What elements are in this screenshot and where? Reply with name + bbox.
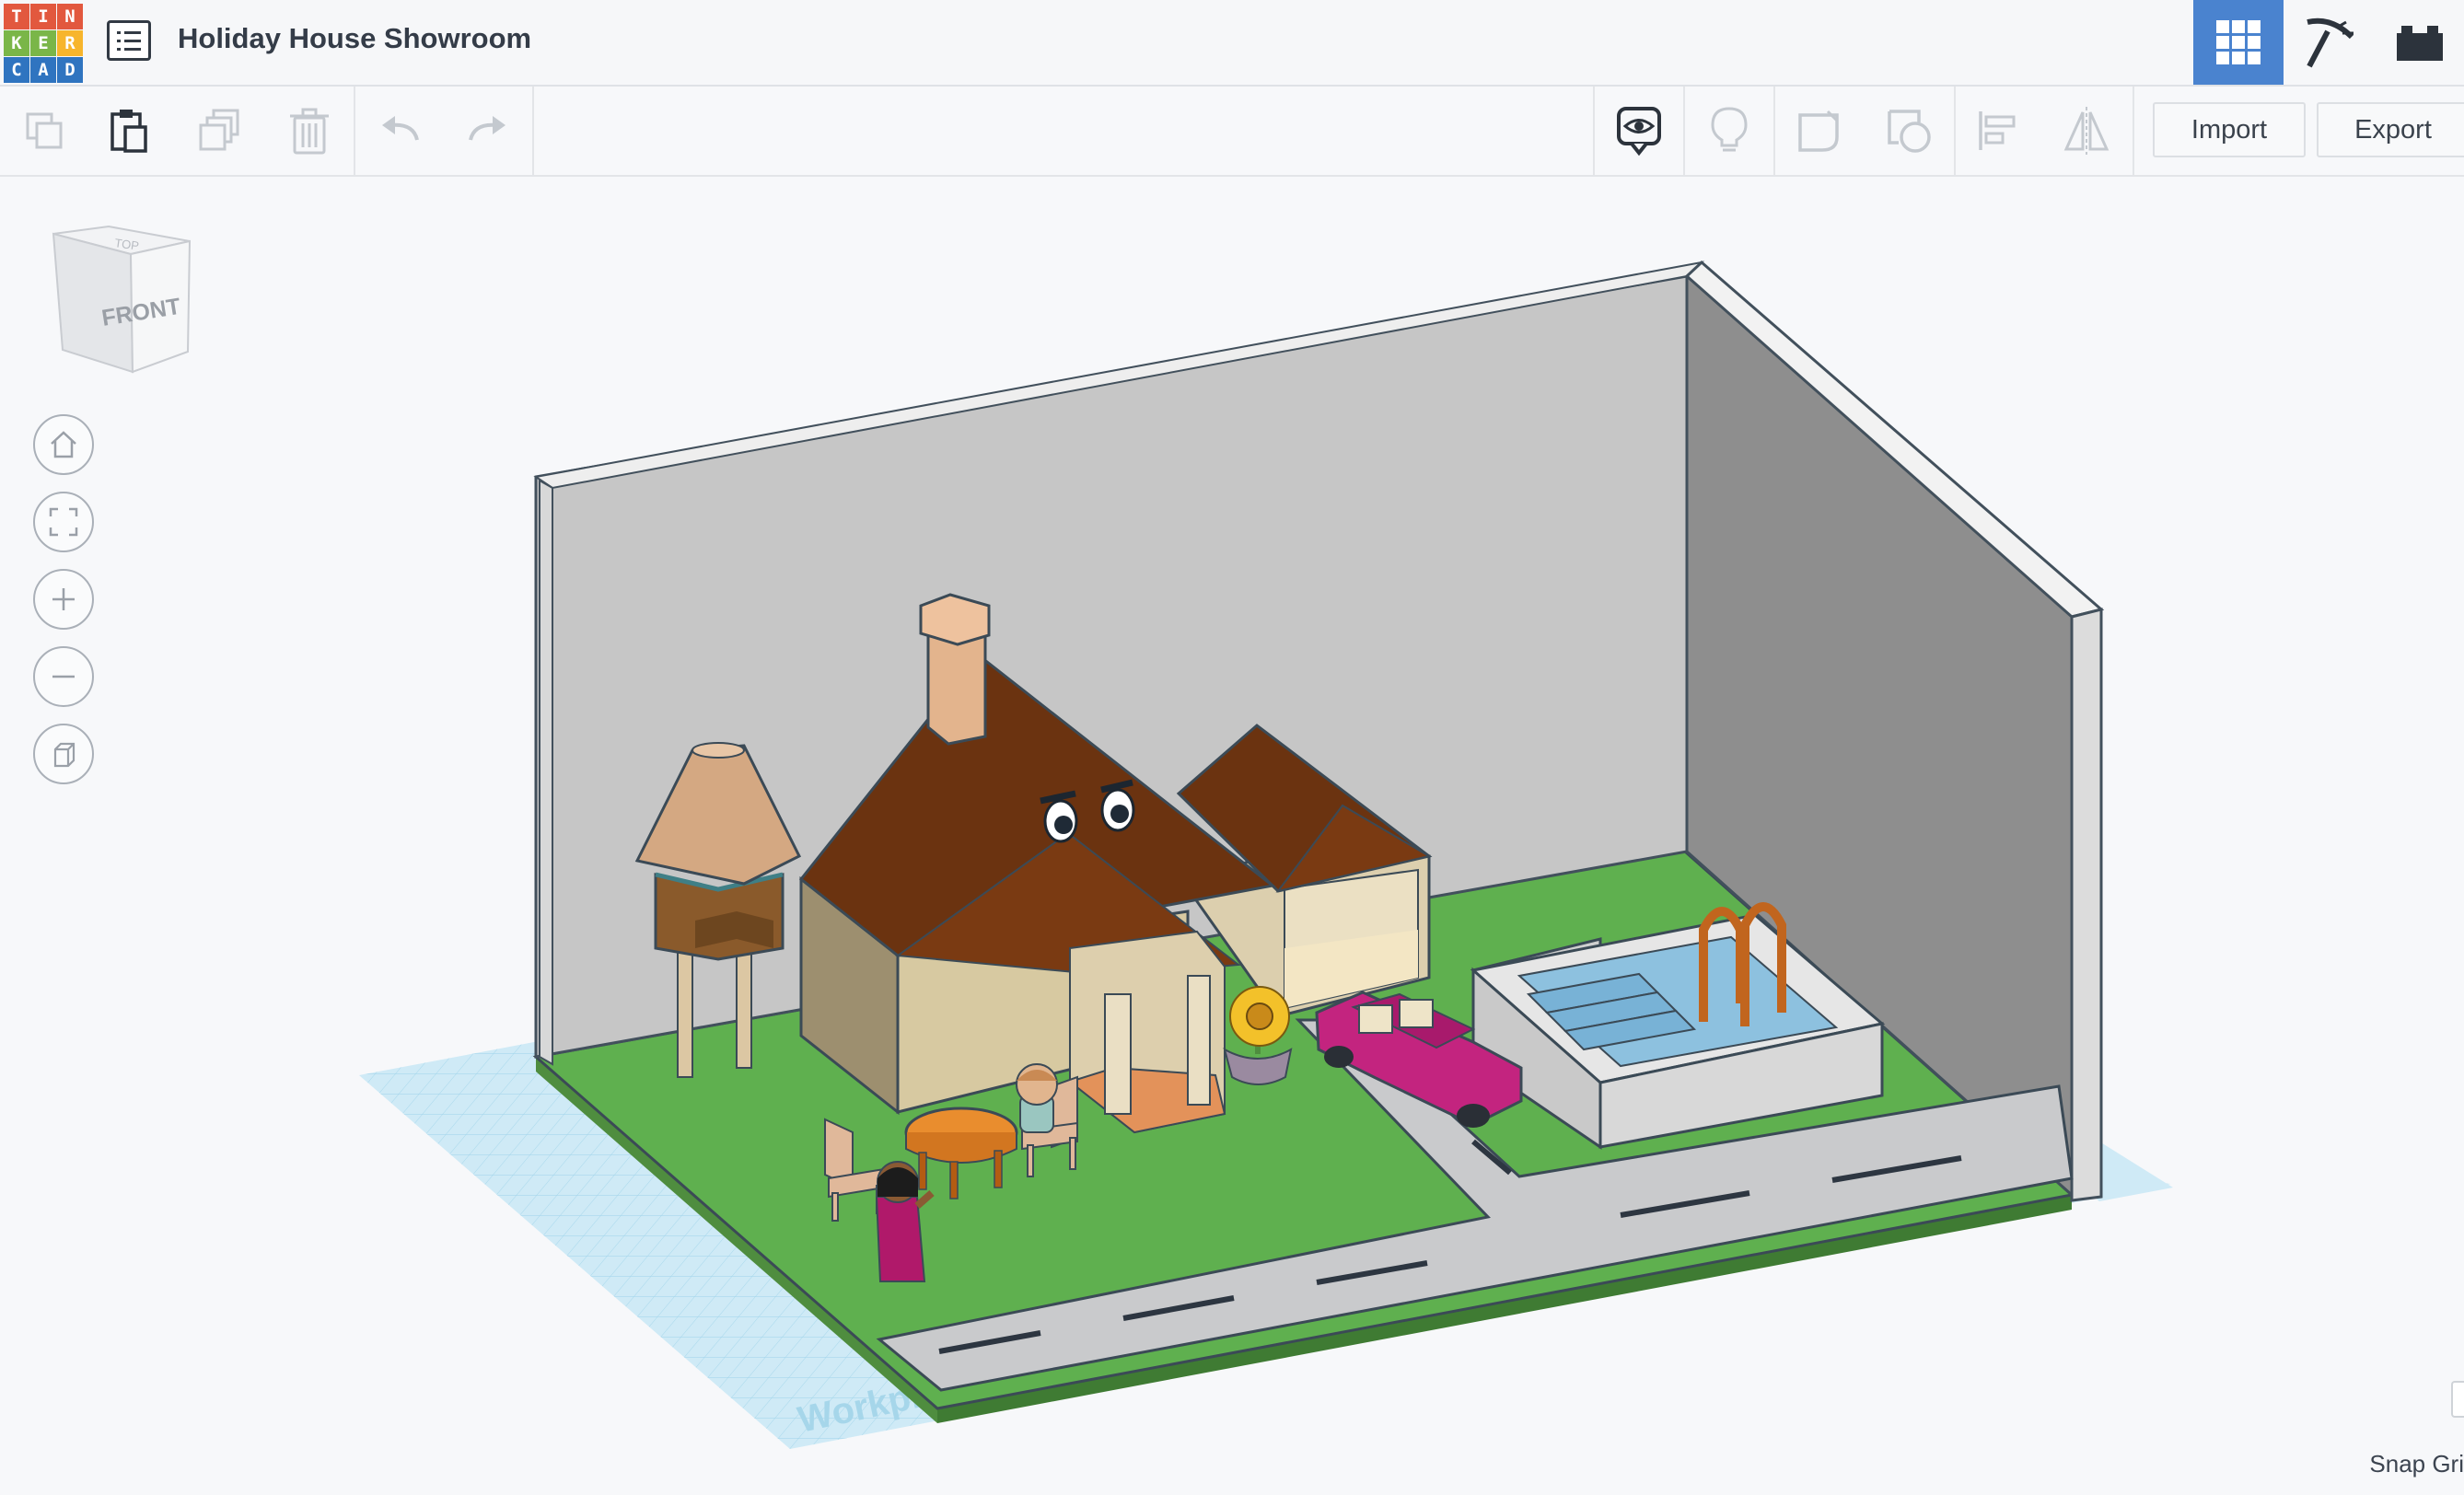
toggle-hints-button[interactable] — [1702, 103, 1757, 158]
grid-3d-icon — [2216, 20, 2261, 64]
show-all-button[interactable] — [1611, 103, 1667, 158]
undo-icon — [382, 116, 419, 141]
align-icon — [1979, 111, 2016, 150]
duplicate-icon — [199, 109, 239, 151]
copy-icon — [26, 112, 63, 149]
mirror-icon — [2063, 107, 2110, 155]
group-icon — [1888, 110, 1931, 153]
toolbar-divider — [1683, 87, 1685, 175]
visibility-icon — [1617, 107, 1661, 156]
logo-letter: E — [30, 30, 56, 56]
mirror-button[interactable] — [2059, 103, 2114, 158]
logo-letter: R — [57, 30, 83, 56]
group-button[interactable] — [1882, 103, 1937, 158]
toolbar-divider — [2133, 87, 2134, 175]
logo-letter: A — [30, 57, 56, 83]
toolbar-divider — [532, 87, 534, 175]
align-button[interactable] — [1970, 103, 2026, 158]
logo-letter: K — [4, 30, 29, 56]
logo-letter: N — [57, 4, 83, 29]
delete-icon — [290, 108, 329, 155]
export-button[interactable]: Export — [2317, 102, 2464, 157]
paste-button[interactable] — [101, 103, 157, 158]
scene[interactable]: Workplane — [0, 177, 2464, 1495]
3d-design-view-button[interactable] — [2193, 0, 2284, 85]
pickaxe-icon — [2307, 17, 2354, 68]
sitting-figure[interactable] — [1016, 1063, 1058, 1133]
bricks-icon — [2397, 26, 2443, 61]
settings-panel-handle[interactable] — [2451, 1381, 2464, 1418]
delete-button[interactable] — [282, 103, 337, 158]
paste-icon — [110, 110, 147, 153]
logo-letter: D — [57, 57, 83, 83]
bricks-view-button[interactable] — [2375, 0, 2464, 85]
redo-icon — [469, 116, 506, 141]
snap-grid-label[interactable]: Snap Gri — [2369, 1450, 2464, 1478]
3d-workplane-viewport[interactable]: TOP FRONT Workplane Snap Gri — [0, 177, 2464, 1495]
lightbulb-icon — [1711, 107, 1748, 152]
top-header: TIN KER CAD Holiday House Showroom — [0, 0, 2464, 87]
toolbar-divider — [1773, 87, 1775, 175]
toolbar-divider — [1593, 87, 1595, 175]
tinkercad-logo[interactable]: TIN KER CAD — [4, 4, 83, 83]
shape-note-icon — [1798, 110, 1839, 152]
toolbar-divider — [354, 87, 355, 175]
design-title[interactable]: Holiday House Showroom — [178, 22, 531, 55]
logo-letter: C — [4, 57, 29, 83]
redo-button[interactable] — [460, 103, 516, 158]
copy-button[interactable] — [17, 103, 72, 158]
design-list-button[interactable] — [107, 20, 151, 61]
duplicate-button[interactable] — [193, 103, 249, 158]
toolbar-divider — [1954, 87, 1956, 175]
notes-button[interactable] — [1792, 103, 1847, 158]
undo-button[interactable] — [372, 103, 427, 158]
logo-letter: T — [4, 4, 29, 29]
edit-toolbar: Import Export — [0, 87, 2464, 177]
blocks-view-button[interactable] — [2284, 0, 2375, 85]
logo-letter: I — [30, 4, 56, 29]
import-button[interactable]: Import — [2153, 102, 2306, 157]
